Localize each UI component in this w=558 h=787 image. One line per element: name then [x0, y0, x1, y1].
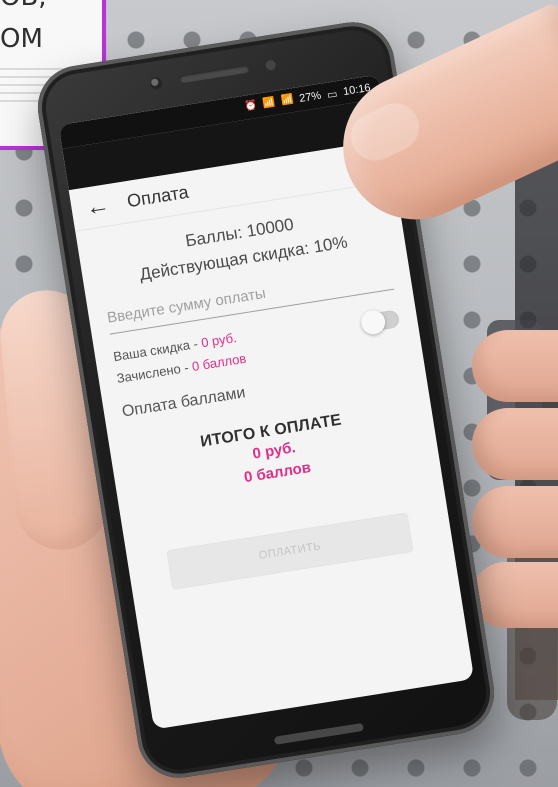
pay-button[interactable]: ОПЛАТИТЬ: [166, 512, 414, 590]
signal-icon: 📶: [261, 96, 276, 110]
toggle-knob: [359, 308, 387, 337]
credited-value: 0 баллов: [190, 350, 248, 375]
total-block: ИТОГО К ОПЛАТЕ 0 руб. 0 баллов: [127, 400, 421, 506]
finger-lower: [472, 486, 558, 558]
back-arrow-icon[interactable]: ←: [84, 191, 112, 221]
signal-icon: 📶: [280, 94, 295, 107]
payment-content: Баллы: 10000 Действующая скидка: 10% Ваш…: [75, 181, 456, 614]
finger-middle: [472, 408, 558, 480]
discount-value: 0 руб.: [200, 329, 238, 351]
pay-with-points-toggle[interactable]: [359, 308, 401, 337]
page-title: Оплата: [125, 181, 190, 212]
battery-icon: ▭: [326, 87, 339, 102]
battery-level: 27%: [298, 89, 323, 106]
photo-scene: ОВ, ОМ ⏰ 📶 📶 27% ▭ 10:16 ⋮: [0, 0, 558, 787]
promo-text: ОВ, ОМ: [0, 0, 47, 54]
finger-top: [472, 330, 558, 402]
finger-bottom: [472, 562, 558, 628]
payment-summary: Ваша скидка - 0 руб. Зачислено - 0 балло…: [112, 326, 248, 390]
alarm-icon: ⏰: [243, 99, 258, 113]
